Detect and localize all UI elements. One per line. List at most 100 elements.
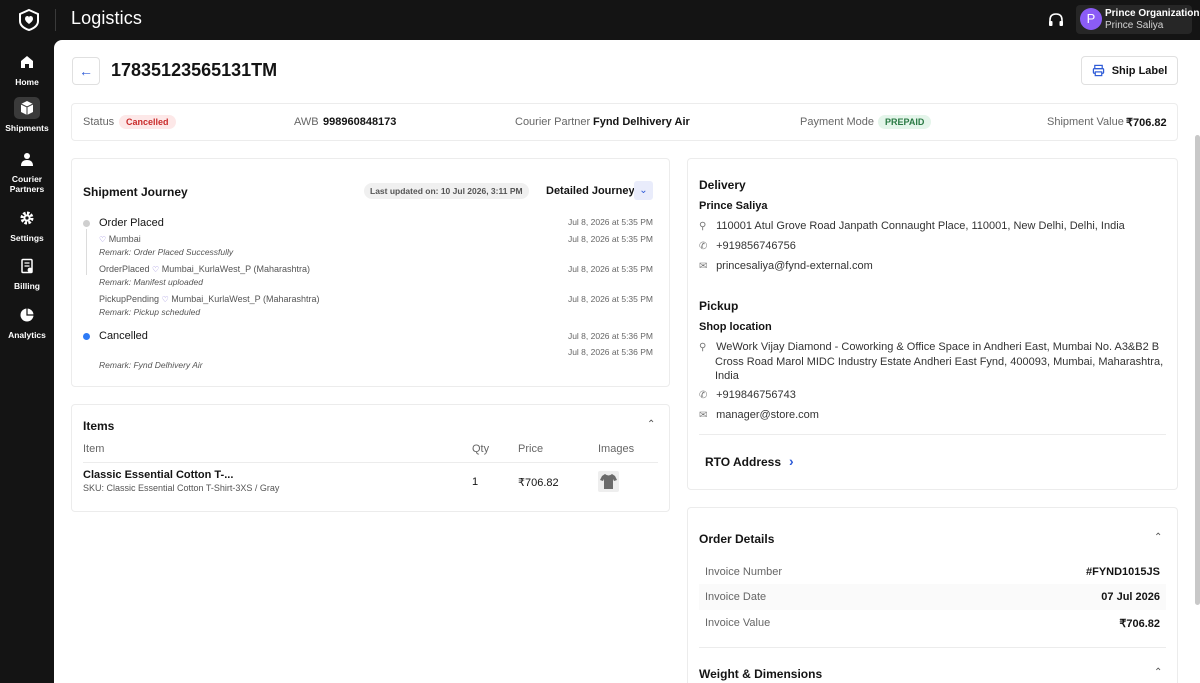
last-updated-pill: Last updated on: 10 Jul 2026, 3:11 PM [364,183,529,199]
sidebar-item-label: Billing [14,281,40,291]
person-icon [14,148,40,170]
sidebar-item-home[interactable]: Home [0,51,54,87]
main-content: ← 17835123565131TM Ship Label Status Can… [54,40,1200,683]
chevron-down-icon[interactable]: ⌄ [634,181,653,200]
event-title: OrderPlaced [99,264,150,274]
column-header-images: Images [598,443,635,455]
event-location: ♡ Mumbai [99,234,141,244]
event-date: Jul 8, 2026 at 5:35 PM [567,294,653,304]
shipment-journey-card: Shipment Journey Last updated on: 10 Jul… [71,158,670,387]
order-detail-value: #FYND1015JS [1086,566,1160,578]
delivery-title: Delivery [699,178,746,192]
event-location-text: Mumbai_KurlaWest_P (Maharashtra) [161,264,310,274]
sidebar-item-courier-partners[interactable]: Courier Partners [0,148,54,194]
items-title: Items [83,419,115,433]
avatar: P [1080,8,1102,30]
org-name: Prince Organization [1105,8,1200,19]
event-date: Jul 8, 2026 at 5:36 PM [567,331,653,341]
item-price: ₹706.82 [518,477,559,489]
item-name[interactable]: Classic Essential Cotton T-... [83,469,233,481]
pickup-address-line3: India [715,370,739,382]
sidebar: Home Shipments Courier Partners Settings… [0,40,54,683]
item-qty: 1 [472,476,479,488]
sidebar-item-label: Home [15,77,39,87]
detailed-journey-label[interactable]: Detailed Journey [546,185,635,197]
courier-partner-value: Fynd Delhivery Air [593,116,690,128]
pickup-phone-text: +919846756743 [716,389,796,401]
order-detail-row: Invoice Value ₹706.82 [699,610,1166,636]
gear-icon [14,207,40,229]
event-title: Cancelled [99,330,148,342]
table-divider [83,462,658,463]
event-title-location: PickupPending ♡ Mumbai_KurlaWest_P (Maha… [99,294,319,304]
tshirt-thumbnail-icon[interactable] [598,471,619,492]
event-location-text: Mumbai_KurlaWest_P (Maharashtra) [171,294,320,304]
home-icon [14,51,40,73]
event-date: Jul 8, 2026 at 5:35 PM [567,217,653,227]
event-location-text: Mumbai [108,234,141,244]
items-card: Items ⌃ Item Qty Price Images Classic Es… [71,404,670,512]
payment-mode-badge: PREPAID [878,115,932,129]
delivery-address: ⚲ 110001 Atul Grove Road Janpath Connaug… [699,220,1125,232]
event-remark: Remark: Pickup scheduled [99,307,201,317]
order-detail-row: Invoice Date 07 Jul 2026 [699,584,1166,610]
sidebar-item-settings[interactable]: Settings [0,207,54,243]
pickup-email: ✉ manager@store.com [699,409,819,421]
delivery-email-text: princesaliya@fynd-external.com [716,260,873,272]
order-details-title: Order Details [699,532,775,546]
chevron-up-icon[interactable]: ⌃ [1154,532,1162,543]
timeline-dot-active [83,333,90,340]
column-header-price: Price [518,443,544,455]
event-date: Jul 8, 2026 at 5:36 PM [567,347,653,357]
location-icon: ⚲ [699,342,707,353]
back-button[interactable]: ← [72,57,100,85]
sidebar-item-shipments[interactable]: Shipments [0,97,54,133]
event-title: Order Placed [99,217,164,229]
billing-icon [14,255,40,277]
pickup-email-text: manager@store.com [716,409,819,421]
pickup-address: ⚲ WeWork Vijay Diamond - Coworking & Off… [699,341,1159,353]
order-detail-key: Invoice Number [705,566,783,578]
location-pin-icon: ♡ [99,235,107,244]
scrollbar[interactable] [1195,135,1200,605]
location-icon: ⚲ [699,221,707,232]
app-title: Logistics [71,8,142,28]
event-date: Jul 8, 2026 at 5:35 PM [567,264,653,274]
chevron-right-icon[interactable]: › [789,453,794,469]
sidebar-item-analytics[interactable]: Analytics [0,304,54,340]
status-bar: Status Cancelled AWB 998960848173 Courie… [71,103,1178,141]
sidebar-item-label: Analytics [8,330,46,340]
event-remark: Remark: Fynd Delhivery Air [99,360,203,370]
awb-label: AWB [294,116,319,128]
divider [699,434,1166,435]
address-card: Delivery Prince Saliya ⚲ 110001 Atul Gro… [687,158,1178,490]
column-header-qty: Qty [472,443,490,455]
phone-icon: ✆ [699,390,708,401]
sidebar-item-billing[interactable]: Billing [0,255,54,291]
event-title: PickupPending [99,294,160,304]
sidebar-item-label: Settings [10,233,44,243]
chevron-up-icon[interactable]: ⌃ [1154,667,1162,678]
chevron-up-icon[interactable]: ⌃ [647,419,655,430]
courier-partner-label: Courier Partner [515,116,591,128]
box-icon [14,97,40,119]
sidebar-item-label: Shipments [5,123,49,133]
phone-icon: ✆ [699,241,708,252]
timeline-dot [83,220,90,227]
journey-title: Shipment Journey [83,185,188,199]
headset-icon[interactable] [1047,11,1065,29]
awb-value: 998960848173 [323,116,397,128]
page-title: 17835123565131TM [111,60,278,80]
rto-address-title[interactable]: RTO Address [705,455,781,469]
order-detail-value: 07 Jul 2026 [1101,591,1160,603]
logo-icon[interactable] [17,8,41,32]
ship-label-button[interactable]: Ship Label [1081,56,1178,85]
event-remark: Remark: Order Placed Successfully [99,247,234,257]
delivery-name: Prince Saliya [699,200,768,212]
org-switcher[interactable]: P Prince Organization Prince Saliya [1076,5,1199,34]
timeline-line [86,229,87,275]
divider [699,647,1166,648]
order-detail-value: ₹706.82 [1119,618,1160,630]
order-detail-key: Invoice Value [705,617,771,629]
order-detail-key: Invoice Date [705,591,767,603]
